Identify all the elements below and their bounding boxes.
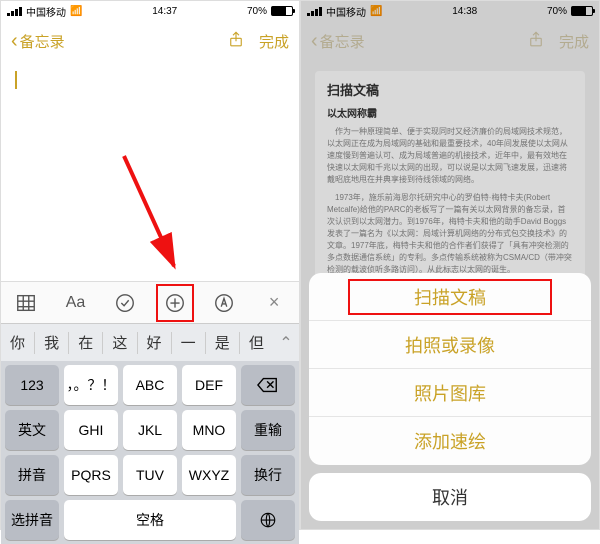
key-tuv[interactable]: TUV (123, 455, 177, 495)
done-button[interactable]: 完成 (259, 31, 289, 52)
note-body[interactable] (1, 61, 299, 281)
key-pqrs[interactable]: PQRS (64, 455, 118, 495)
sheet-photo-library[interactable]: 照片图库 (309, 369, 591, 417)
key-def[interactable]: DEF (182, 365, 236, 405)
sheet-item-label: 添加速绘 (414, 428, 486, 454)
suggestion[interactable]: 但 (240, 332, 273, 353)
key-globe[interactable] (241, 500, 295, 540)
signal-icon (7, 7, 22, 16)
key-pinyin[interactable]: 拼音 (5, 455, 59, 495)
key-mno[interactable]: MNO (182, 410, 236, 450)
key-abc[interactable]: ABC (123, 365, 177, 405)
sheet-add-sketch[interactable]: 添加速绘 (309, 417, 591, 465)
suggestion[interactable]: 我 (35, 332, 68, 353)
sheet-item-label: 拍照或录像 (405, 332, 495, 358)
table-icon[interactable] (15, 292, 37, 314)
suggestion[interactable]: 这 (103, 332, 136, 353)
key-space[interactable]: 空格 (64, 500, 236, 540)
key-ghi[interactable]: GHI (64, 410, 118, 450)
sheet-cancel-button[interactable]: 取消 (309, 473, 591, 521)
phone-right: 中国移动 📶 14:38 70% ‹备忘录 完成 扫描文稿 以太网称霸 作为一种… (300, 0, 600, 530)
sheet-take-photo[interactable]: 拍照或录像 (309, 321, 591, 369)
key-return[interactable]: 换行 (241, 455, 295, 495)
back-button[interactable]: ‹备忘录 (11, 31, 65, 52)
keyboard: 123 ，。？！ ABC DEF 英文 GHI JKL MNO 重输 拼音 PQ… (1, 361, 299, 544)
status-bar: 中国移动 📶 14:37 70% (1, 1, 299, 21)
battery-percent: 70% (247, 6, 267, 17)
suggestion-bar: 你 我 在 这 好 一 是 但 ⌃ (1, 323, 299, 361)
text-style-icon[interactable]: Aa (64, 292, 86, 314)
close-toolbar-button[interactable]: × (263, 292, 285, 314)
expand-suggestions-icon[interactable]: ⌃ (273, 333, 299, 353)
suggestion[interactable]: 一 (172, 332, 205, 353)
wifi-icon: 📶 (70, 6, 82, 17)
note-toolbar: Aa × (1, 281, 299, 323)
back-label: 备忘录 (20, 31, 65, 52)
key-retype[interactable]: 重输 (241, 410, 295, 450)
phone-left: 中国移动 📶 14:37 70% ‹备忘录 完成 Aa (0, 0, 300, 530)
key-jkl[interactable]: JKL (123, 410, 177, 450)
checklist-icon[interactable] (114, 292, 136, 314)
sheet-item-label: 照片图库 (414, 380, 486, 406)
carrier-label: 中国移动 (26, 4, 66, 19)
text-cursor (15, 71, 17, 89)
add-attachment-button[interactable] (164, 292, 186, 314)
clock: 14:37 (152, 6, 177, 17)
backspace-key[interactable] (241, 365, 295, 405)
suggestion[interactable]: 在 (69, 332, 102, 353)
sheet-item-label: 扫描文稿 (414, 284, 486, 310)
chevron-left-icon: ‹ (11, 31, 18, 51)
cancel-label: 取消 (432, 484, 468, 510)
suggestion[interactable]: 好 (138, 332, 171, 353)
battery-icon (271, 6, 293, 16)
key-select-pinyin[interactable]: 选拼音 (5, 500, 59, 540)
action-sheet: 扫描文稿 拍照或录像 照片图库 添加速绘 取消 (301, 265, 599, 529)
key-english[interactable]: 英文 (5, 410, 59, 450)
suggestion[interactable]: 你 (1, 332, 34, 353)
key-123[interactable]: 123 (5, 365, 59, 405)
share-icon[interactable] (227, 30, 245, 52)
key-wxyz[interactable]: WXYZ (182, 455, 236, 495)
suggestion[interactable]: 是 (206, 332, 239, 353)
nav-bar: ‹备忘录 完成 (1, 21, 299, 61)
sheet-scan-documents[interactable]: 扫描文稿 (309, 273, 591, 321)
key-punct[interactable]: ，。？！ (64, 365, 118, 405)
markup-icon[interactable] (213, 292, 235, 314)
